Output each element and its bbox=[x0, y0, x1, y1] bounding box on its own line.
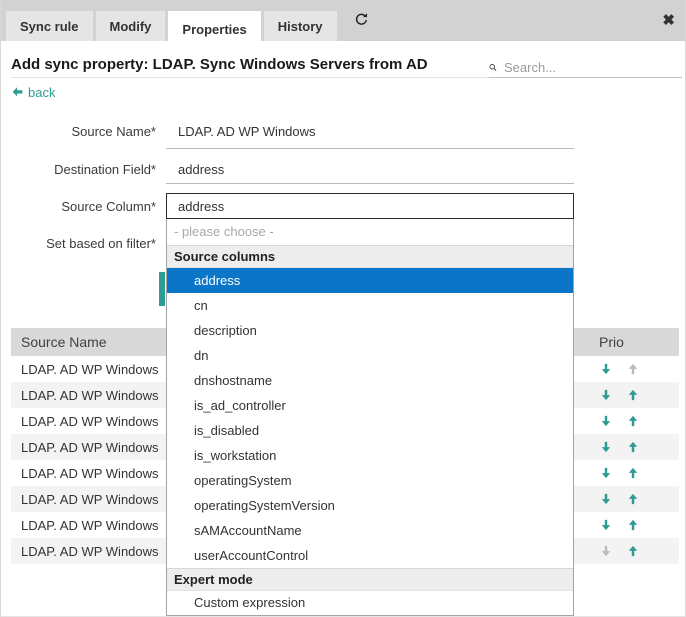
tab-list: Sync ruleModifyPropertiesHistory bbox=[6, 11, 340, 41]
down-arrow-icon bbox=[599, 388, 613, 402]
back-link[interactable]: back bbox=[11, 85, 55, 100]
refresh-icon-glyph bbox=[354, 12, 369, 27]
dropdown-option[interactable]: is_ad_controller bbox=[167, 393, 573, 418]
tab-bar: Sync ruleModifyPropertiesHistory ✖ bbox=[1, 0, 685, 41]
down-arrow-icon bbox=[599, 440, 613, 454]
prio-down-button[interactable] bbox=[599, 440, 613, 454]
dropdown-option[interactable]: userAccountControl bbox=[167, 543, 573, 568]
prio-up-button[interactable] bbox=[626, 414, 640, 428]
down-arrow-icon bbox=[599, 544, 613, 558]
search-box bbox=[489, 57, 682, 78]
dropdown-option[interactable]: is_disabled bbox=[167, 418, 573, 443]
down-arrow-icon bbox=[599, 414, 613, 428]
dropdown-option[interactable]: is_workstation bbox=[167, 443, 573, 468]
dropdown-option[interactable]: address bbox=[167, 268, 573, 293]
dropdown-placeholder-option[interactable]: - please choose - bbox=[167, 219, 573, 245]
field-label-source-column: Source Column* bbox=[11, 199, 156, 214]
prio-up-button[interactable] bbox=[626, 466, 640, 480]
field-value-destination-field[interactable]: address bbox=[166, 162, 574, 184]
tab-history[interactable]: History bbox=[264, 11, 337, 41]
dropdown-group-header: Expert mode bbox=[167, 568, 573, 591]
tab-sync-rule[interactable]: Sync rule bbox=[6, 11, 93, 41]
up-arrow-icon bbox=[626, 414, 640, 428]
prio-cell bbox=[581, 544, 679, 558]
tab-properties[interactable]: Properties bbox=[168, 11, 260, 47]
prio-up-button[interactable] bbox=[626, 440, 640, 454]
dropdown-option[interactable]: sAMAccountName bbox=[167, 518, 573, 543]
down-arrow-icon bbox=[599, 362, 613, 376]
down-arrow-icon bbox=[599, 518, 613, 532]
up-arrow-icon bbox=[626, 544, 640, 558]
prio-up-button[interactable] bbox=[626, 544, 640, 558]
up-arrow-icon bbox=[626, 362, 640, 376]
prio-up-button[interactable] bbox=[626, 518, 640, 532]
up-arrow-icon bbox=[626, 388, 640, 402]
prio-cell bbox=[581, 466, 679, 480]
prio-cell bbox=[581, 388, 679, 402]
hidden-save-button-edge[interactable] bbox=[159, 272, 165, 306]
close-icon[interactable]: ✖ bbox=[662, 13, 675, 28]
back-link-label: back bbox=[28, 85, 55, 100]
dropdown-option[interactable]: dnshostname bbox=[167, 368, 573, 393]
prio-cell bbox=[581, 414, 679, 428]
source-column-input[interactable] bbox=[166, 193, 574, 219]
prio-cell bbox=[581, 362, 679, 376]
down-arrow-icon bbox=[599, 466, 613, 480]
dropdown-group-header: Source columns bbox=[167, 245, 573, 268]
dropdown-option[interactable]: cn bbox=[167, 293, 573, 318]
dropdown-option[interactable]: dn bbox=[167, 343, 573, 368]
up-arrow-icon bbox=[626, 466, 640, 480]
field-label-set-based-on-filter: Set based on filter* bbox=[11, 236, 156, 251]
prio-cell bbox=[581, 518, 679, 532]
source-column-dropdown: - please choose -Source columnsaddresscn… bbox=[166, 219, 574, 616]
prio-down-button[interactable] bbox=[599, 518, 613, 532]
field-label-destination-field: Destination Field* bbox=[11, 162, 156, 177]
prio-down-button[interactable] bbox=[599, 492, 613, 506]
dropdown-option[interactable]: description bbox=[167, 318, 573, 343]
prio-up-button bbox=[626, 362, 640, 376]
prio-down-button bbox=[599, 544, 613, 558]
page-title: Add sync property: LDAP. Sync Windows Se… bbox=[11, 56, 428, 73]
prio-up-button[interactable] bbox=[626, 388, 640, 402]
dropdown-option[interactable]: Custom expression bbox=[167, 591, 573, 615]
prio-cell bbox=[581, 492, 679, 506]
column-header-prio: Prio bbox=[581, 334, 679, 350]
up-arrow-icon bbox=[626, 518, 640, 532]
sync-property-window: Sync ruleModifyPropertiesHistory ✖ Add s… bbox=[0, 0, 686, 617]
up-arrow-icon bbox=[626, 492, 640, 506]
prio-down-button[interactable] bbox=[599, 388, 613, 402]
tab-modify[interactable]: Modify bbox=[96, 11, 166, 41]
up-arrow-icon bbox=[626, 440, 640, 454]
down-arrow-icon bbox=[599, 492, 613, 506]
dropdown-option[interactable]: operatingSystemVersion bbox=[167, 493, 573, 518]
prio-down-button[interactable] bbox=[599, 414, 613, 428]
prio-up-button[interactable] bbox=[626, 492, 640, 506]
field-label-source-name: Source Name* bbox=[11, 124, 156, 139]
prio-cell bbox=[581, 440, 679, 454]
search-icon bbox=[489, 61, 497, 74]
field-value-source-name[interactable]: LDAP. AD WP Windows bbox=[166, 124, 574, 149]
dropdown-option[interactable]: operatingSystem bbox=[167, 468, 573, 493]
prio-down-button[interactable] bbox=[599, 466, 613, 480]
refresh-icon[interactable] bbox=[354, 12, 369, 27]
back-arrow-icon bbox=[11, 86, 24, 99]
prio-down-button[interactable] bbox=[599, 362, 613, 376]
search-input[interactable] bbox=[502, 59, 682, 76]
